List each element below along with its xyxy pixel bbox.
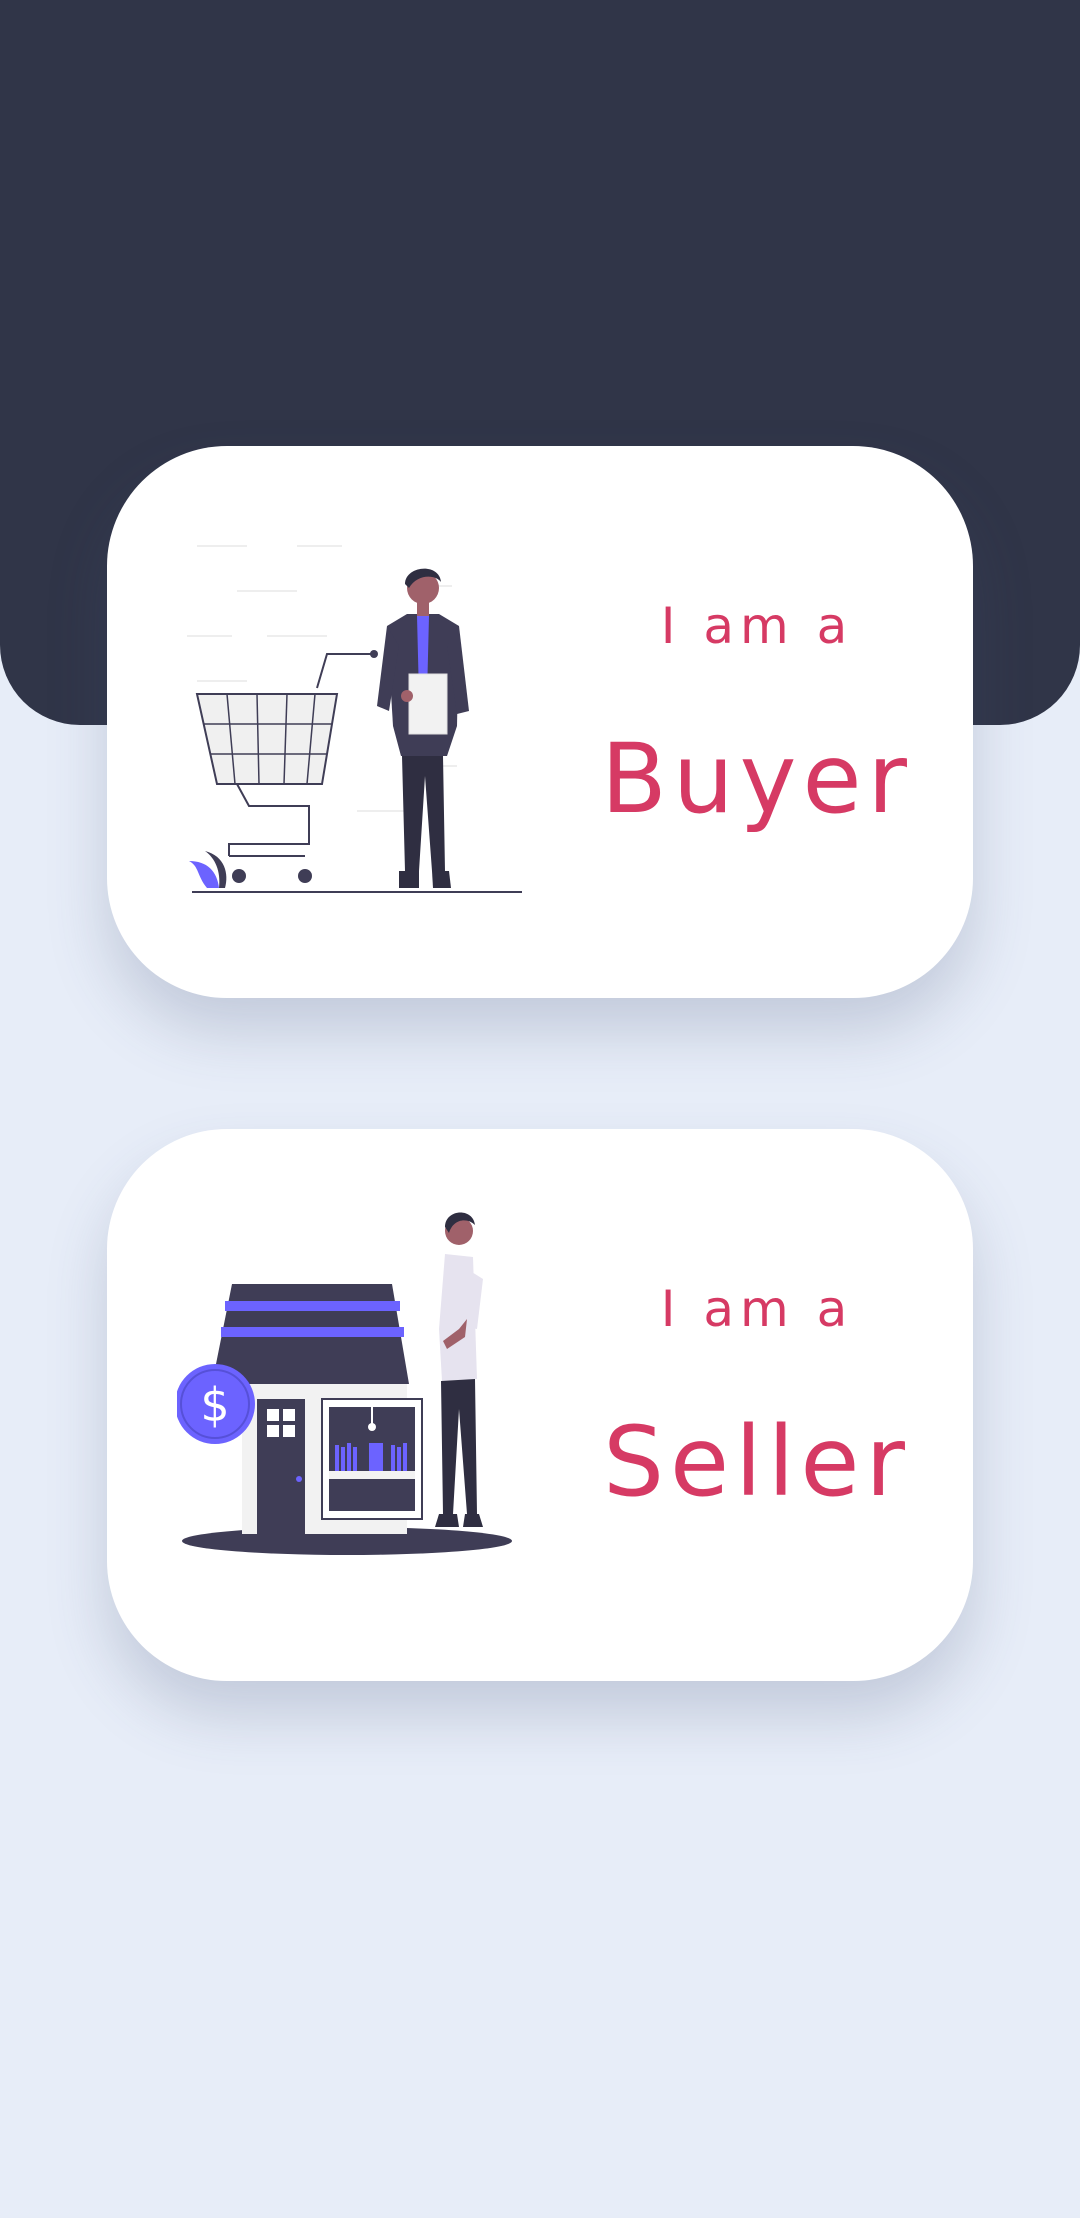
- seller-card-text: I am a Seller: [567, 1129, 947, 1681]
- buyer-role-card[interactable]: I am a Buyer: [107, 446, 973, 998]
- card-intro-label: I am a: [660, 1280, 854, 1338]
- dollar-icon: $: [200, 1378, 229, 1432]
- buyer-card-text: I am a Buyer: [567, 446, 947, 998]
- shopping-cart-person-illustration: [177, 526, 537, 906]
- card-intro-label: I am a: [660, 597, 854, 655]
- buyer-role-label: Buyer: [600, 723, 914, 835]
- seller-role-card[interactable]: $ I am a Seller: [107, 1129, 973, 1681]
- storefront-person-illustration: $: [177, 1209, 537, 1589]
- seller-role-label: Seller: [603, 1406, 911, 1518]
